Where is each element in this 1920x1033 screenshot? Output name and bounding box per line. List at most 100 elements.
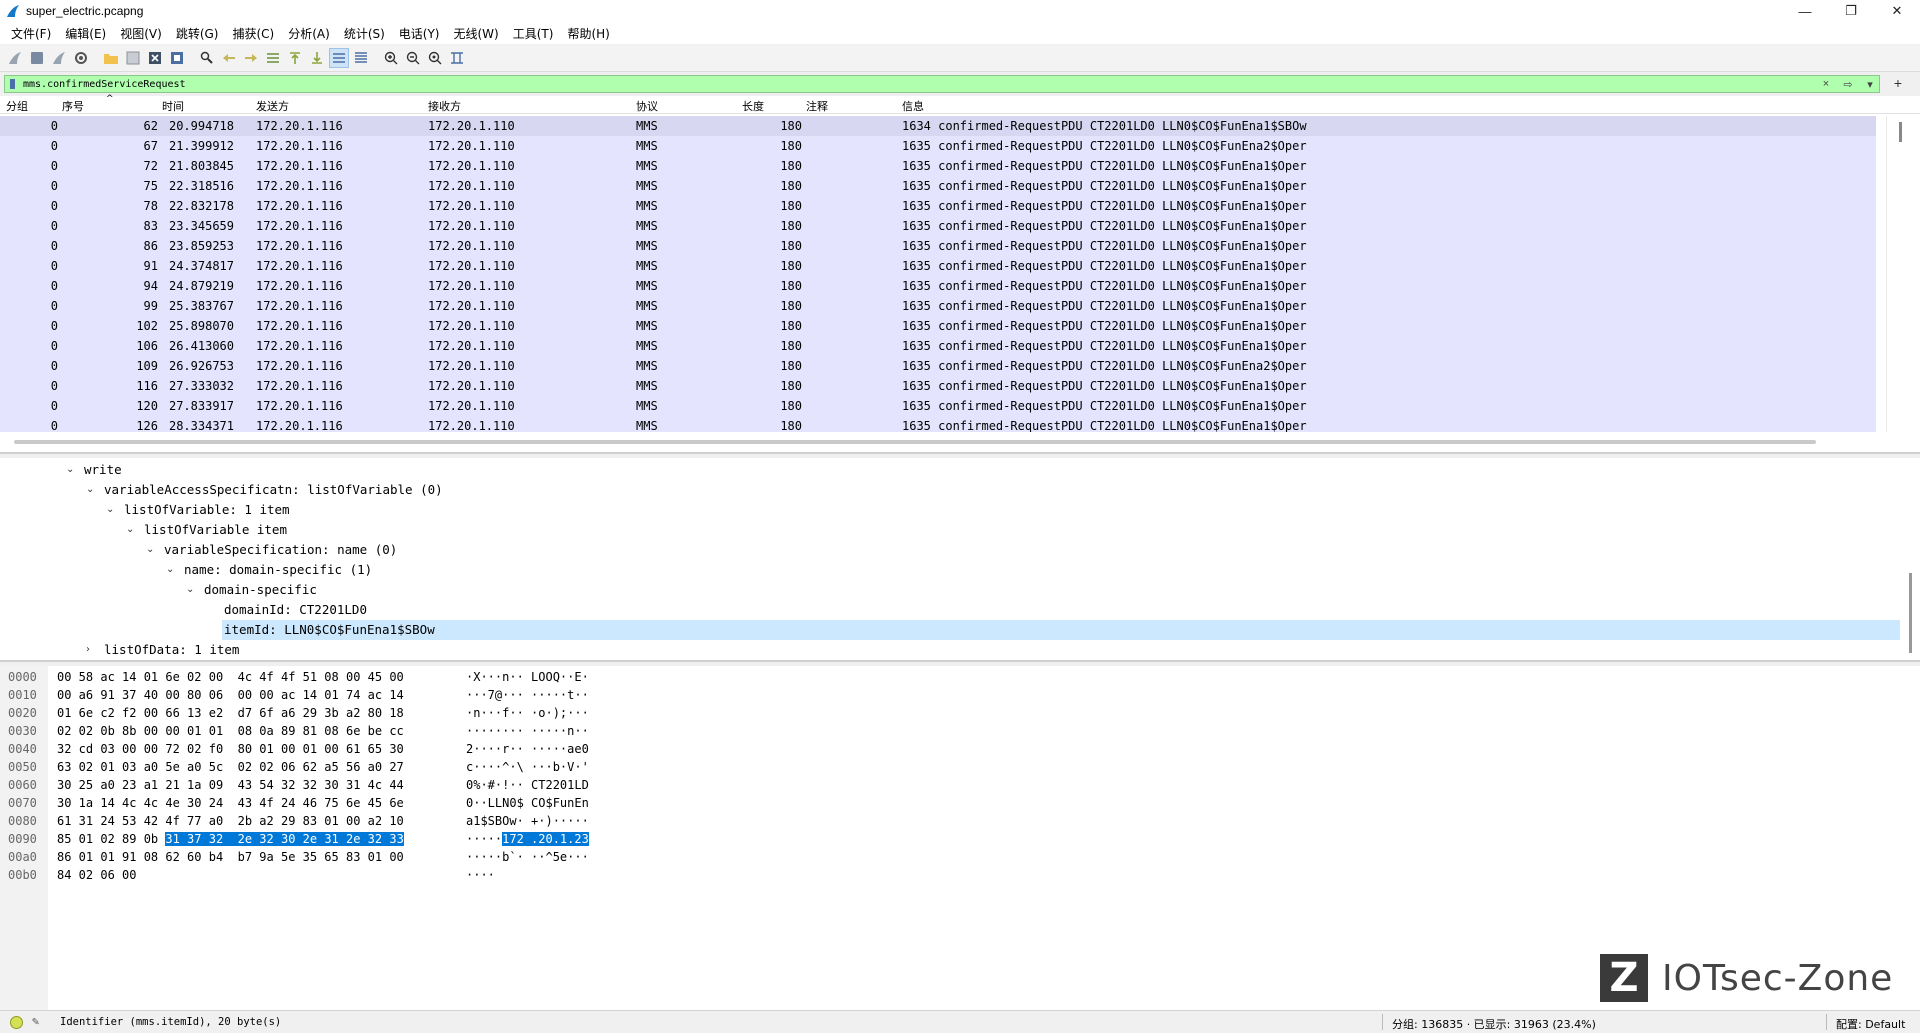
first-packet-icon[interactable] (285, 48, 305, 68)
packet-row[interactable]: 0 72 21.803845 172.20.1.116 172.20.1.110 MMS 1… (0, 156, 1876, 176)
column-header-info[interactable]: 信息 (902, 98, 924, 114)
save-file-icon[interactable] (123, 48, 143, 68)
tree-item[interactable]: variableAccessSpecificatn: listOfVariabl… (104, 480, 443, 500)
bytes-offset: 0030 (8, 724, 37, 738)
chevron-right-icon[interactable]: › (86, 640, 90, 660)
zoom-out-icon[interactable] (403, 48, 423, 68)
column-header-group[interactable]: 分组 (6, 98, 28, 114)
bytes-hex: 30 1a 14 4c 4c 4e 30 24 43 4f 24 46 75 6… (57, 796, 404, 810)
packet-row[interactable]: 0 120 27.833917 172.20.1.116 172.20.1.110 MMS… (0, 396, 1876, 416)
restore-button[interactable]: ❐ (1828, 0, 1874, 22)
chevron-down-icon[interactable]: ⌄ (146, 540, 154, 560)
stop-capture-icon[interactable] (27, 48, 47, 68)
last-packet-icon[interactable] (307, 48, 327, 68)
menu-telephony[interactable]: 电话(Y) (392, 25, 447, 42)
go-forward-icon[interactable] (241, 48, 261, 68)
chevron-down-icon[interactable]: ⌄ (126, 520, 134, 540)
menu-help[interactable]: 帮助(H) (560, 25, 616, 42)
auto-scroll-icon[interactable] (329, 48, 349, 68)
bytes-offset: 0090 (8, 832, 37, 846)
restart-capture-icon[interactable] (49, 48, 69, 68)
packet-time: 23.859253 (168, 239, 234, 253)
apply-filter-icon[interactable]: ⇨ (1835, 76, 1861, 92)
packet-row[interactable]: 0 62 20.994718 172.20.1.116 172.20.1.110 MMS 1… (0, 116, 1876, 136)
minimize-button[interactable]: — (1782, 0, 1828, 22)
packet-row[interactable]: 0 106 26.413060 172.20.1.116 172.20.1.110 MMS… (0, 336, 1876, 356)
zoom-in-icon[interactable] (381, 48, 401, 68)
packet-info: 1635 confirmed-RequestPDU CT2201LD0 LLN0… (902, 259, 1307, 273)
start-capture-icon[interactable] (5, 48, 25, 68)
column-header-destination[interactable]: 接收方 (428, 98, 461, 114)
packet-number: 106 (136, 339, 158, 353)
menu-file[interactable]: 文件(F) (4, 25, 58, 42)
edit-comment-icon[interactable]: ✎ (32, 1014, 39, 1028)
resize-columns-icon[interactable] (447, 48, 467, 68)
packet-source: 172.20.1.116 (256, 359, 343, 373)
packet-row[interactable]: 0 75 22.318516 172.20.1.116 172.20.1.110 MMS 1… (0, 176, 1876, 196)
packet-row[interactable]: 0 116 27.333032 172.20.1.116 172.20.1.110 MMS… (0, 376, 1876, 396)
filter-history-dropdown-icon[interactable]: ▾ (1861, 76, 1879, 92)
tree-item[interactable]: name: domain-specific (1) (184, 560, 372, 580)
menu-go[interactable]: 跳转(G) (169, 25, 226, 42)
chevron-down-icon[interactable]: ⌄ (166, 560, 174, 580)
normal-size-icon[interactable] (425, 48, 445, 68)
chevron-down-icon[interactable]: ⌄ (186, 580, 194, 600)
tree-item[interactable]: itemId: LLN0$CO$FunEna1$SBOw (224, 620, 435, 640)
chevron-down-icon[interactable]: ⌄ (106, 500, 114, 520)
find-packet-icon[interactable] (197, 48, 217, 68)
close-file-icon[interactable] (145, 48, 165, 68)
menu-edit[interactable]: 编辑(E) (58, 25, 113, 42)
clear-filter-icon[interactable]: × (1817, 76, 1835, 92)
tree-item[interactable]: write (84, 460, 122, 480)
column-header-comment[interactable]: 注释 (806, 98, 828, 114)
chevron-down-icon[interactable]: ⌄ (66, 460, 74, 480)
bookmark-icon[interactable] (5, 76, 19, 92)
packet-number: 91 (143, 259, 158, 273)
tree-item[interactable]: listOfVariable: 1 item (124, 500, 290, 520)
capture-options-icon[interactable] (71, 48, 91, 68)
column-header-number[interactable]: 序号 (62, 98, 84, 114)
column-header-source[interactable]: 发送方 (256, 98, 289, 114)
packet-source: 172.20.1.116 (256, 119, 343, 133)
packet-row[interactable]: 0 126 28.334371 172.20.1.116 172.20.1.110 MMS… (0, 416, 1876, 432)
packet-row[interactable]: 0 109 26.926753 172.20.1.116 172.20.1.110 MMS… (0, 356, 1876, 376)
packet-group: 0 (50, 399, 58, 413)
column-header-length[interactable]: 长度 (742, 98, 764, 114)
packet-row[interactable]: 0 78 22.832178 172.20.1.116 172.20.1.110 MMS 1… (0, 196, 1876, 216)
packet-list-horizontal-scrollbar[interactable] (14, 440, 1816, 444)
go-back-icon[interactable] (219, 48, 239, 68)
colorize-icon[interactable] (351, 48, 371, 68)
packet-row[interactable]: 0 91 24.374817 172.20.1.116 172.20.1.110 MMS 1… (0, 256, 1876, 276)
details-vertical-scrollbar[interactable] (1909, 573, 1912, 653)
reload-file-icon[interactable] (167, 48, 187, 68)
packet-protocol: MMS (636, 199, 658, 213)
menu-wireless[interactable]: 无线(W) (447, 25, 506, 42)
status-profile[interactable]: 配置: Default (1836, 1016, 1905, 1032)
packet-row[interactable]: 0 83 23.345659 172.20.1.116 172.20.1.110 MMS 1… (0, 216, 1876, 236)
tree-item[interactable]: listOfData: 1 item (104, 640, 239, 660)
packet-row[interactable]: 0 94 24.879219 172.20.1.116 172.20.1.110 MMS 1… (0, 276, 1876, 296)
packet-row[interactable]: 0 86 23.859253 172.20.1.116 172.20.1.110 MMS 1… (0, 236, 1876, 256)
chevron-down-icon[interactable]: ⌄ (86, 480, 94, 500)
packet-row[interactable]: 0 99 25.383767 172.20.1.116 172.20.1.110 MMS 1… (0, 296, 1876, 316)
display-filter-input[interactable] (19, 76, 1817, 92)
tree-item[interactable]: listOfVariable item (144, 520, 287, 540)
go-to-packet-icon[interactable] (263, 48, 283, 68)
tree-item[interactable]: variableSpecification: name (0) (164, 540, 397, 560)
column-header-time[interactable]: 时间 (162, 98, 184, 114)
menu-view[interactable]: 视图(V) (113, 25, 169, 42)
menu-statistics[interactable]: 统计(S) (337, 25, 392, 42)
menu-tools[interactable]: 工具(T) (506, 25, 561, 42)
menu-capture[interactable]: 捕获(C) (225, 25, 281, 42)
close-button[interactable]: ✕ (1874, 0, 1920, 22)
menu-analyze[interactable]: 分析(A) (281, 25, 337, 42)
open-file-icon[interactable] (101, 48, 121, 68)
packet-list-vertical-scrollbar[interactable] (1886, 116, 1916, 432)
tree-item[interactable]: domainId: CT2201LD0 (224, 600, 367, 620)
column-header-protocol[interactable]: 协议 (636, 98, 658, 114)
add-filter-button-icon[interactable]: + (1894, 75, 1902, 91)
expert-info-icon[interactable] (10, 1016, 23, 1029)
tree-item[interactable]: domain-specific (204, 580, 317, 600)
packet-row[interactable]: 0 102 25.898070 172.20.1.116 172.20.1.110 MMS… (0, 316, 1876, 336)
packet-row[interactable]: 0 67 21.399912 172.20.1.116 172.20.1.110 MMS 1… (0, 136, 1876, 156)
